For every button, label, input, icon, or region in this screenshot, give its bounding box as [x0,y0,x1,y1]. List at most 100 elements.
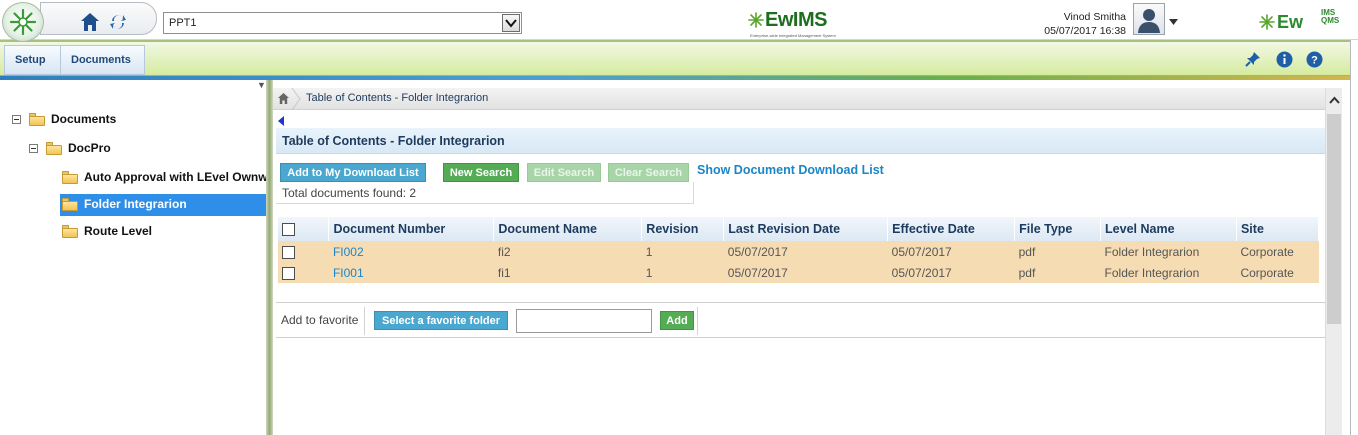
window-edge [1350,40,1358,435]
file-type-cell: pdf [1014,262,1101,283]
new-search-button[interactable]: New Search [443,163,519,182]
add-favorite-button[interactable]: Add [660,311,694,330]
chevron-down-icon[interactable] [502,14,520,32]
scrollbar-thumb[interactable] [1327,114,1341,324]
edit-search-button[interactable]: Edit Search [527,163,601,182]
tree-item-label: DocPro [68,141,111,155]
add-to-favorite-label: Add to favorite [281,313,359,327]
tab-setup[interactable]: Setup [4,45,61,75]
effective-date-cell: 05/07/2017 [887,262,1015,283]
column-header[interactable]: Document Number [328,217,495,241]
column-header[interactable]: Level Name [1100,217,1237,241]
document-number-cell: FI002 [328,241,494,262]
documents-table: Document Number Document Name Revision L… [278,217,1320,283]
info-icon[interactable] [1275,50,1293,68]
total-documents-count: Total documents found: 2 [276,182,694,204]
section-title: Table of Contents - Folder Integrarion [276,128,1325,154]
select-all-header [278,217,330,241]
last-revision-date-cell: 05/07/2017 [723,262,888,283]
column-header[interactable]: Effective Date [887,217,1016,241]
document-name-cell: fi1 [493,262,642,283]
folder-icon [62,225,78,238]
document-number-link[interactable]: FI001 [333,266,364,280]
column-header[interactable]: Revision [641,217,725,241]
table-header-row: Document Number Document Name Revision L… [278,217,1320,241]
breadcrumb: Table of Contents - Folder Integrarion [273,88,1325,110]
back-arrow-icon[interactable] [278,116,284,126]
revision-cell: 1 [641,241,724,262]
breadcrumb-separator-icon [291,88,301,110]
scroll-up-icon[interactable] [1326,92,1342,108]
tree-collapse-toggle-icon[interactable] [29,143,38,153]
user-name: Vinod Smitha [1063,11,1126,23]
show-download-list-link[interactable]: Show Document Download List [697,163,884,177]
collapse-panel-icon[interactable]: ▼ [257,80,266,90]
panel-splitter[interactable] [266,80,273,435]
tree-item-folder-integrarion[interactable]: Folder Integrarion [62,194,187,214]
file-type-cell: pdf [1014,241,1101,262]
site-cell: Corporate [1236,241,1319,262]
project-select[interactable]: PPT1 [163,12,522,34]
select-favorite-folder-button[interactable]: Select a favorite folder [374,311,508,330]
vertical-scrollbar[interactable] [1325,88,1342,435]
user-menu-caret-icon[interactable] [1169,14,1178,28]
site-cell: Corporate [1236,262,1319,283]
avatar[interactable] [1133,3,1165,35]
breadcrumb-home-icon[interactable] [277,92,290,108]
last-revision-date-cell: 05/07/2017 [723,241,888,262]
help-icon[interactable]: ? [1305,50,1323,68]
column-header[interactable]: Document Name [493,217,643,241]
table-row: FI002 fi2 1 05/07/2017 05/07/2017 pdf Fo… [278,241,1319,262]
home-icon[interactable] [79,11,101,33]
top-header: PPT1 EwIMS Enterprise-wide Integrated Ma… [0,0,1358,42]
quick-actions-pill [40,2,157,35]
folder-icon [62,198,78,211]
brand-flower-icon [1259,14,1275,30]
document-number-link[interactable]: FI002 [333,245,364,259]
main-nav: Setup Documents ? [0,40,1358,76]
folder-icon [29,113,45,126]
project-select-value: PPT1 [169,17,197,29]
favorite-name-input[interactable] [516,309,652,333]
refresh-icon[interactable] [107,11,129,33]
column-header[interactable]: File Type [1014,217,1102,241]
table-row: FI001 fi1 1 05/07/2017 05/07/2017 pdf Fo… [278,262,1319,283]
column-header[interactable]: Last Revision Date [723,217,889,241]
brand-name: EwIMS [765,9,827,31]
svg-text:?: ? [1311,54,1318,66]
tree-item-label: Documents [51,112,117,126]
tree-item-route-level[interactable]: Route Level [62,221,152,241]
add-to-favorite-panel: Add to favorite Select a favorite folder… [276,302,1325,338]
level-name-cell: Folder Integrarion [1100,241,1237,262]
clear-search-button[interactable]: Clear Search [608,163,689,182]
tree-item-label: Route Level [84,224,153,238]
app-logo[interactable] [2,2,44,42]
tree-item-label: Folder Integrarion [84,197,187,211]
brand-tagline: Enterprise-wide Integrated Management Sy… [750,33,836,38]
column-header[interactable]: Site [1236,217,1320,241]
tree-collapse-toggle-icon[interactable] [12,114,21,124]
user-datetime: 05/07/2017 16:38 [1044,25,1126,37]
row-checkbox[interactable] [282,266,295,280]
breadcrumb-current[interactable]: Table of Contents - Folder Integrarion [306,92,488,104]
select-all-checkbox[interactable] [282,223,295,237]
ewims-qms-logo: Ew IMS QMS [1259,8,1349,34]
row-checkbox[interactable] [282,245,295,259]
row-select-cell [278,241,329,262]
revision-cell: 1 [641,262,724,283]
add-to-download-list-button[interactable]: Add to My Download List [280,163,426,182]
right-brand-name: Ew [1277,12,1304,32]
pin-icon[interactable] [1244,50,1262,68]
brand-flower-icon [748,12,764,28]
tree-item-auto-approval[interactable]: Auto Approval with LEvel Ownwer [62,167,266,187]
level-name-cell: Folder Integrarion [1100,262,1237,283]
folder-icon [62,171,78,184]
row-select-cell [278,262,329,283]
tree-item-docpro[interactable]: DocPro [29,138,111,158]
right-brand-suffix: IMS QMS [1321,8,1340,25]
folder-icon [46,142,62,155]
tree-item-documents[interactable]: Documents [12,109,116,129]
divider [697,307,698,335]
tab-documents[interactable]: Documents [61,45,145,75]
main-content: Table of Contents - Folder Integrarion T… [273,80,1358,435]
